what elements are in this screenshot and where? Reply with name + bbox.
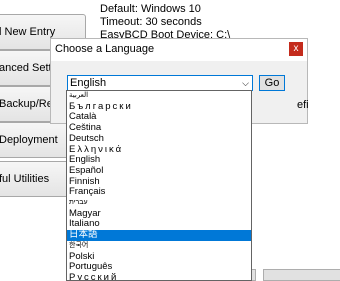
timeout-text: Timeout: 30 seconds xyxy=(100,16,202,28)
sidebar-item-label: Deployment xyxy=(0,134,58,146)
language-option-selected[interactable]: 日本語 xyxy=(67,230,251,241)
dialog-title-bar: Choose a Language x xyxy=(51,39,307,61)
dialog-title: Choose a Language xyxy=(55,43,155,55)
language-option[interactable]: Español xyxy=(67,166,251,177)
language-option[interactable]: Български xyxy=(67,102,251,113)
language-option[interactable]: Deutsch xyxy=(67,134,251,145)
close-icon: x xyxy=(293,43,299,54)
language-combobox-value: English xyxy=(70,77,107,89)
chevron-down-icon[interactable]: ⌵ xyxy=(242,77,249,90)
language-option[interactable]: Português xyxy=(67,262,251,273)
go-button[interactable]: Go xyxy=(259,75,285,91)
language-option[interactable]: Italiano xyxy=(67,219,251,230)
close-button[interactable]: x xyxy=(289,42,303,56)
sidebar-item-label: ful Utilities xyxy=(0,173,50,185)
language-option[interactable]: Català xyxy=(67,112,251,123)
language-option[interactable]: עברית xyxy=(67,198,251,209)
language-option[interactable]: Ελληνικά xyxy=(67,145,251,156)
language-option[interactable]: 한국어 xyxy=(67,241,251,252)
language-option[interactable]: Русский xyxy=(67,273,251,280)
language-option[interactable]: English xyxy=(67,155,251,166)
language-option[interactable]: العربية xyxy=(67,91,251,102)
background-button-right[interactable] xyxy=(263,269,340,281)
language-option[interactable]: Finnish xyxy=(67,177,251,188)
language-option[interactable]: Magyar xyxy=(67,209,251,220)
default-os-text: Default: Windows 10 xyxy=(100,3,201,15)
language-option[interactable]: Čeština xyxy=(67,123,251,134)
language-option[interactable]: Français xyxy=(67,187,251,198)
language-dropdown-list[interactable]: العربية Български Català Čeština Deutsch… xyxy=(66,90,252,281)
language-option[interactable]: Polski xyxy=(67,252,251,263)
sidebar-item-label: l New Entry xyxy=(0,26,56,38)
language-combobox[interactable]: English ⌵ xyxy=(67,75,253,91)
partial-text: efi xyxy=(297,99,309,111)
